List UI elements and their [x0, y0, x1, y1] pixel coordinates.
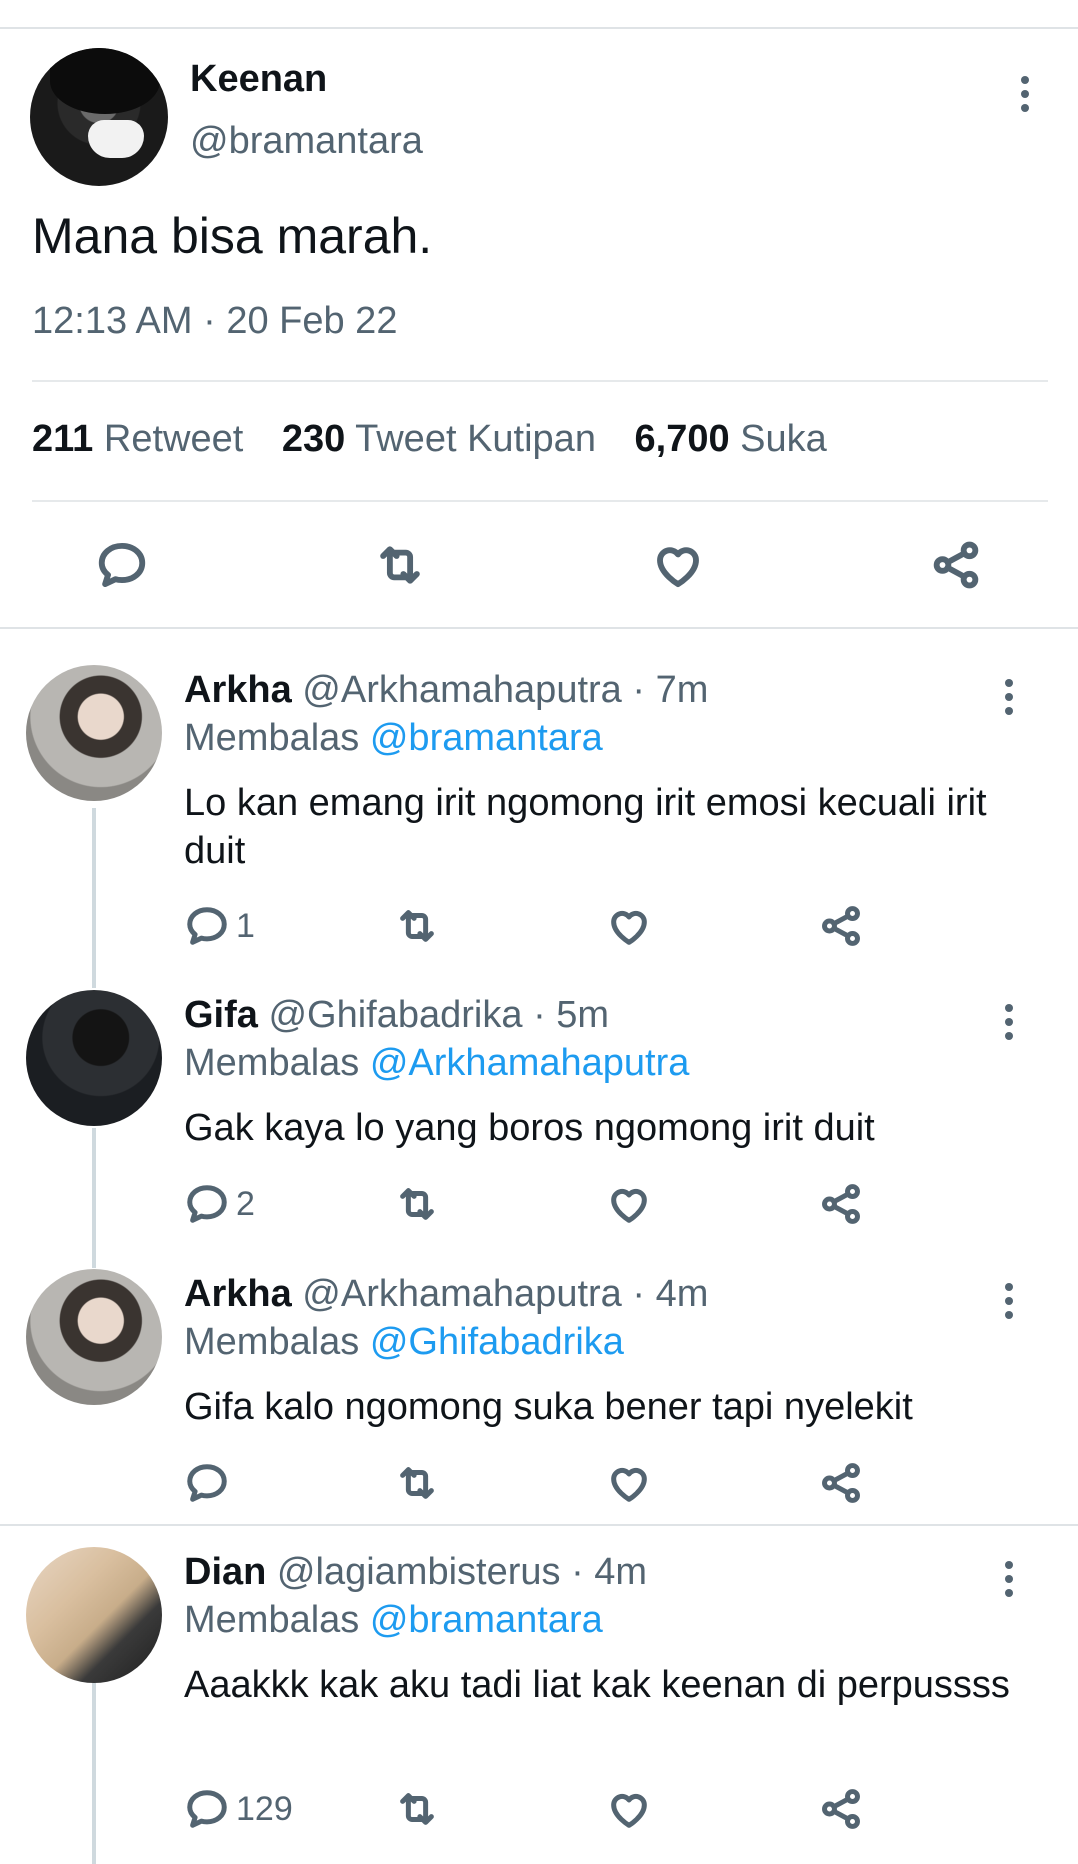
avatar[interactable]	[26, 1547, 162, 1683]
avatar-mask	[88, 120, 144, 158]
like-icon[interactable]	[606, 1180, 652, 1228]
reply-text: Gak kaya lo yang boros ngomong irit duit	[184, 1107, 875, 1149]
avatar[interactable]	[26, 990, 162, 1126]
reply-actions: 129	[184, 1785, 884, 1833]
reply-time: · 4m	[632, 1273, 709, 1315]
retweet-icon[interactable]	[394, 1785, 440, 1833]
more-options-icon[interactable]	[1014, 74, 1036, 114]
replying-to-link[interactable]: @bramantara	[370, 717, 603, 759]
author-name[interactable]: Dian	[184, 1551, 266, 1593]
replying-to-link[interactable]: @Ghifabadrika	[370, 1321, 624, 1363]
author-handle[interactable]: @Ghifabadrika	[268, 994, 522, 1036]
retweet-count[interactable]: 211	[32, 418, 93, 460]
section-divider	[0, 627, 1078, 629]
share-icon[interactable]	[929, 538, 983, 592]
reply-text: Aaakkk kak aku tadi liat kak keenan di p…	[184, 1664, 1010, 1706]
retweet-icon[interactable]	[394, 1180, 440, 1228]
share-icon[interactable]	[818, 1785, 864, 1833]
thread-line	[92, 1682, 96, 1864]
more-options-icon[interactable]	[998, 1281, 1020, 1321]
author-handle[interactable]: @lagiambisterus	[277, 1551, 561, 1593]
like-icon[interactable]	[606, 1785, 652, 1833]
reply-icon	[187, 907, 227, 945]
reply-actions: 2	[184, 1180, 884, 1228]
retweet-icon[interactable]	[373, 538, 427, 592]
like-icon[interactable]	[606, 1459, 652, 1507]
replying-label: Membalas	[184, 717, 360, 759]
like-count[interactable]: 6,700	[635, 418, 730, 460]
top-divider	[0, 27, 1078, 29]
author-handle[interactable]: @Arkhamahaputra	[302, 1273, 622, 1315]
retweet-icon[interactable]	[394, 902, 440, 950]
share-icon[interactable]	[818, 902, 864, 950]
like-icon[interactable]	[606, 902, 652, 950]
reply-time: · 5m	[533, 994, 610, 1036]
thread-line	[92, 808, 96, 988]
reply-icon	[187, 1185, 227, 1223]
reply-icon	[187, 1464, 227, 1502]
reply-icon	[187, 1790, 227, 1828]
like-label[interactable]: Suka	[740, 418, 827, 460]
quote-count[interactable]: 230	[282, 418, 345, 460]
avatar[interactable]	[26, 665, 162, 801]
tweet-text: Mana bisa marah.	[32, 208, 433, 264]
more-options-icon[interactable]	[998, 1559, 1020, 1599]
author-name[interactable]: Arkha	[184, 1273, 292, 1315]
more-options-icon[interactable]	[998, 1002, 1020, 1042]
like-icon[interactable]	[651, 538, 705, 592]
replying-to-link[interactable]: @bramantara	[370, 1599, 603, 1641]
reply-icon[interactable]	[95, 538, 149, 592]
reply-time: · 7m	[632, 669, 709, 711]
reply-button[interactable]: 2	[184, 1180, 255, 1228]
replying-label: Membalas	[184, 1599, 360, 1641]
reply-button[interactable]: 1	[184, 902, 255, 950]
avatar[interactable]	[30, 48, 168, 186]
divider	[32, 380, 1048, 382]
divider	[32, 500, 1048, 502]
author-name[interactable]: Keenan	[190, 58, 327, 101]
author-name[interactable]: Arkha	[184, 669, 292, 711]
avatar[interactable]	[26, 1269, 162, 1405]
retweet-label[interactable]: Retweet	[104, 418, 243, 460]
reply-time: · 4m	[571, 1551, 648, 1593]
author-handle[interactable]: @Arkhamahaputra	[302, 669, 622, 711]
avatar-hair	[50, 48, 160, 114]
tweet-stats: 211 Retweet 230 Tweet Kutipan 6,700 Suka	[32, 418, 827, 461]
reply-count: 1	[236, 906, 255, 945]
replying-label: Membalas	[184, 1042, 360, 1084]
tweet-timestamp[interactable]: 12:13 AM · 20 Feb 22	[32, 300, 397, 343]
replying-label: Membalas	[184, 1321, 360, 1363]
reply-button[interactable]: 129	[184, 1785, 293, 1833]
retweet-icon[interactable]	[394, 1459, 440, 1507]
share-icon[interactable]	[818, 1180, 864, 1228]
reply-text: Gifa kalo ngomong suka bener tapi nyelek…	[184, 1386, 913, 1428]
reply-actions	[184, 1459, 884, 1507]
share-icon[interactable]	[818, 1459, 864, 1507]
reply-actions: 1	[184, 902, 884, 950]
quote-label[interactable]: Tweet Kutipan	[355, 418, 596, 460]
reply-count: 2	[236, 1184, 255, 1223]
reply-button[interactable]	[184, 1459, 236, 1507]
reply-text: Lo kan emang irit ngomong irit emosi kec…	[184, 782, 987, 872]
thread-line	[92, 1128, 96, 1268]
more-options-icon[interactable]	[998, 677, 1020, 717]
section-divider	[0, 1524, 1078, 1526]
reply-count: 129	[236, 1789, 293, 1828]
author-handle[interactable]: @bramantara	[190, 120, 423, 163]
author-name[interactable]: Gifa	[184, 994, 258, 1036]
replying-to-link[interactable]: @Arkhamahaputra	[370, 1042, 690, 1084]
